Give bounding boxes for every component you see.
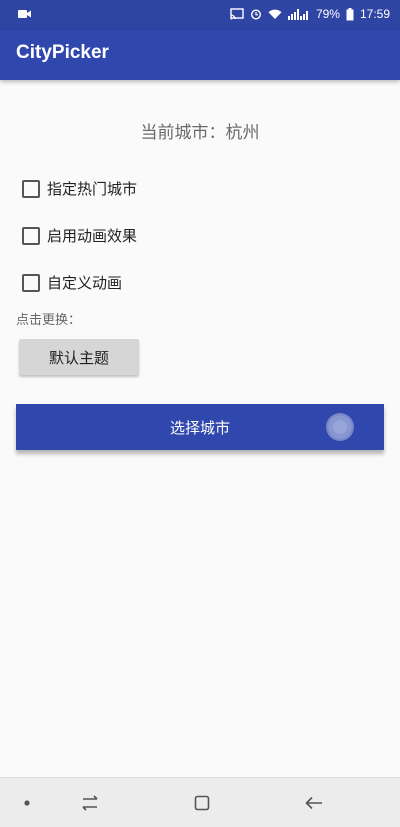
video-icon <box>18 8 31 22</box>
pick-city-button[interactable]: 选择城市 <box>16 404 384 450</box>
battery-percent: 79% <box>315 7 340 21</box>
app-title: CityPicker <box>16 42 109 63</box>
checkbox-label: 自定义动画 <box>47 274 123 292</box>
battery-icon <box>346 7 354 21</box>
status-bar: 79% 17:59 <box>0 0 400 30</box>
pick-city-label: 选择城市 <box>169 418 230 437</box>
current-city-label: 当前城市：杭州 <box>140 123 260 143</box>
status-time: 17:59 <box>359 7 390 21</box>
touch-indicator-icon <box>328 415 352 439</box>
default-theme-button[interactable]: 默认主题 <box>19 339 139 375</box>
checkbox-label: 指定热门城市 <box>47 180 138 198</box>
checkbox-box[interactable] <box>22 179 40 198</box>
screen: 79% 17:59 CityPicker 当前城市：杭州 指定热门城市 启用动画… <box>0 0 400 827</box>
checkbox-label: 启用动画效果 <box>47 227 138 245</box>
wifi-icon <box>268 9 282 20</box>
dot-icon[interactable] <box>15 793 39 813</box>
checkbox-hot-cities[interactable]: 指定热门城市 <box>22 178 137 199</box>
alarm-icon <box>250 8 262 20</box>
checkbox-box[interactable] <box>22 226 40 245</box>
change-theme-label: 点击更换： <box>16 313 82 328</box>
checkbox-box[interactable] <box>22 273 40 292</box>
back-icon[interactable] <box>302 793 326 813</box>
checkbox-custom-animation[interactable]: 自定义动画 <box>22 272 122 293</box>
app-bar: CityPicker <box>0 30 400 80</box>
home-icon[interactable] <box>190 793 214 813</box>
navigation-bar <box>0 777 400 827</box>
recent-apps-icon[interactable] <box>78 793 102 813</box>
cast-icon <box>230 8 244 20</box>
signal-icon <box>287 8 310 20</box>
checkbox-enable-animation[interactable]: 启用动画效果 <box>22 225 137 246</box>
